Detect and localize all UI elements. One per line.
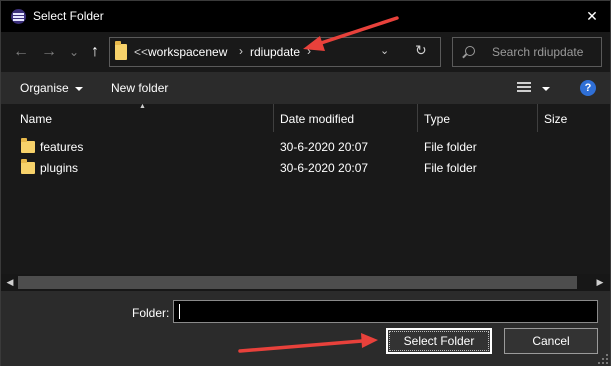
breadcrumb-overflow[interactable]: << [134, 45, 148, 59]
search-box[interactable]: Search rdiupdate [452, 37, 602, 67]
navigation-bar: ← → ⌄ ↑ << workspacenew › rdiupdate › ⌄ … [1, 32, 610, 72]
back-arrow-icon[interactable]: ← [11, 42, 31, 62]
file-date: 30-6-2020 20:07 [280, 140, 369, 154]
chevron-down-icon[interactable] [542, 87, 550, 91]
column-headers: ▲ Name Date modified Type Size [1, 103, 610, 132]
text-cursor [179, 304, 180, 319]
folder-icon [115, 41, 127, 60]
recent-locations-chevron-icon[interactable]: ⌄ [64, 42, 84, 62]
column-divider[interactable] [273, 104, 274, 132]
organise-label: Organise [20, 81, 69, 95]
file-name: features [40, 140, 84, 154]
cancel-button[interactable]: Cancel [504, 328, 598, 354]
folder-label: Folder: [132, 306, 170, 320]
list-item[interactable]: features 30-6-2020 20:07 File folder [1, 136, 610, 157]
organise-button[interactable]: Organise [20, 81, 83, 95]
sort-ascending-icon: ▲ [139, 103, 146, 110]
column-header-name[interactable]: Name [20, 104, 52, 132]
file-name: plugins [40, 161, 79, 175]
column-header-type[interactable]: Type [424, 104, 450, 132]
breadcrumb-workspacenew[interactable]: workspacenew [148, 45, 227, 59]
column-divider[interactable] [537, 104, 538, 132]
folder-icon [21, 159, 35, 174]
horizontal-scrollbar[interactable]: ◀ ▶ [1, 274, 610, 291]
select-folder-dialog: Select Folder ✕ ← → ⌄ ↑ << workspacenew … [0, 0, 611, 366]
view-options-icon[interactable] [517, 82, 531, 94]
select-folder-button[interactable]: Select Folder [386, 328, 492, 354]
folder-selection-pane: Folder: Select Folder Cancel [1, 291, 610, 366]
file-type: File folder [424, 140, 477, 154]
address-bar[interactable]: << workspacenew › rdiupdate › ⌄ ↻ [109, 37, 441, 67]
list-item[interactable]: plugins 30-6-2020 20:07 File folder [1, 157, 610, 178]
window-title: Select Folder [33, 9, 104, 23]
title-bar: Select Folder ✕ [1, 1, 610, 32]
address-dropdown-chevron-icon[interactable]: ⌄ [380, 44, 389, 57]
scrollbar-thumb[interactable] [18, 276, 577, 289]
column-header-date-modified[interactable]: Date modified [280, 104, 354, 132]
folder-field[interactable] [173, 300, 598, 323]
scroll-left-arrow-icon[interactable]: ◀ [4, 277, 16, 288]
help-icon[interactable]: ? [580, 80, 596, 96]
eclipse-app-icon [11, 9, 26, 24]
resize-grip-icon[interactable] [598, 354, 608, 364]
chevron-down-icon [74, 86, 83, 91]
breadcrumb-separator[interactable]: › [307, 44, 311, 58]
column-divider[interactable] [417, 104, 418, 132]
up-arrow-icon[interactable]: ↑ [85, 42, 105, 62]
column-header-size[interactable]: Size [544, 104, 567, 132]
search-placeholder: Search rdiupdate [492, 45, 584, 59]
new-folder-button[interactable]: New folder [111, 81, 168, 95]
scroll-right-arrow-icon[interactable]: ▶ [594, 277, 606, 288]
search-icon [465, 46, 475, 56]
close-icon[interactable]: ✕ [582, 6, 602, 26]
file-list[interactable]: ▲ Name Date modified Type Size features … [1, 103, 610, 274]
forward-arrow-icon[interactable]: → [39, 42, 59, 62]
folder-icon [21, 138, 35, 153]
breadcrumb-rdiupdate[interactable]: rdiupdate [250, 45, 300, 59]
file-date: 30-6-2020 20:07 [280, 161, 369, 175]
file-type: File folder [424, 161, 477, 175]
command-toolbar: Organise New folder ? [1, 72, 610, 104]
breadcrumb-separator[interactable]: › [239, 44, 243, 58]
refresh-icon[interactable]: ↻ [415, 42, 427, 59]
